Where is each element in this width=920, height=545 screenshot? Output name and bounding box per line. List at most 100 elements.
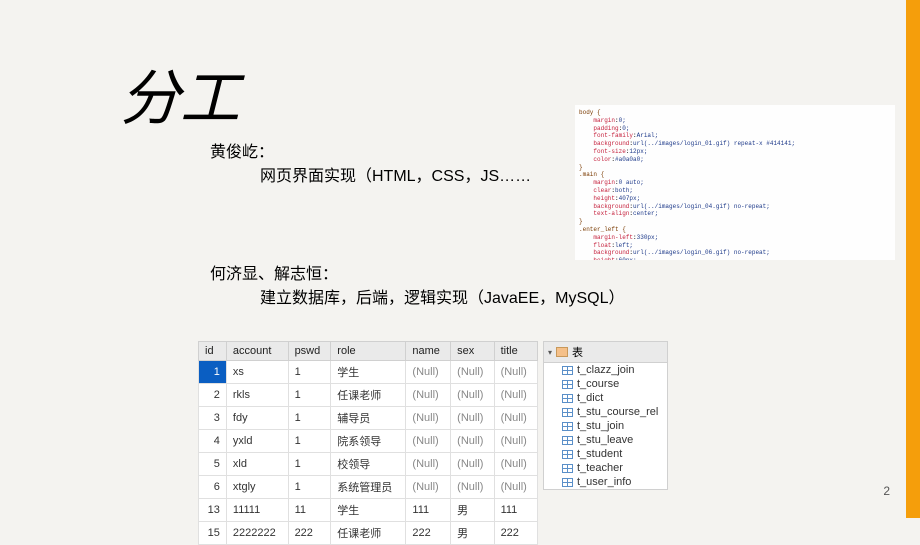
member2-name: 何济显、解志恒： [210,260,338,284]
tree-root: ▾ 表 [544,342,667,363]
tree-item: t_clazz_join [544,363,667,377]
member2-task: 建立数据库，后端，逻辑实现（JavaEE，MySQL） [260,284,625,308]
column-header: title [494,342,537,361]
cell: 辅导员 [331,407,406,430]
member1-task: 网页界面实现（HTML，CSS，JS…… [260,162,531,186]
cell: 2 [199,384,227,407]
column-header: pswd [288,342,331,361]
tree-item-label: t_course [577,378,619,390]
cell: 1 [288,453,331,476]
table-header-row: idaccountpswdrolenamesextitle [199,342,538,361]
cell: 2222222 [226,522,288,545]
tree-item-label: t_dict [577,392,603,404]
cell: (Null) [451,453,494,476]
tree-item-label: t_stu_join [577,420,624,432]
cell: 111 [406,499,451,522]
cell: 1 [288,407,331,430]
tree-item: t_stu_leave [544,433,667,447]
tree-item: t_course [544,377,667,391]
cell: 1 [288,430,331,453]
cell: 学生 [331,361,406,384]
cell: (Null) [406,361,451,384]
table-row: 1xs1学生(Null)(Null)(Null) [199,361,538,384]
cell: 1 [288,384,331,407]
cell: (Null) [406,407,451,430]
tree-item: t_student [544,447,667,461]
cell: (Null) [451,476,494,499]
table-icon [562,422,573,431]
table-icon [562,464,573,473]
cell: (Null) [494,384,537,407]
cell: xs [226,361,288,384]
column-header: id [199,342,227,361]
cell: 4 [199,430,227,453]
table-row: 131111111学生111男111 [199,499,538,522]
cell: rkls [226,384,288,407]
tree-item-label: t_user_info [577,476,631,488]
cell: (Null) [406,476,451,499]
tree-item: t_stu_course_rel [544,405,667,419]
cell: (Null) [494,407,537,430]
table-tree-panel: ▾ 表 t_clazz_join t_course t_dict t_stu_cour… [543,341,668,490]
page-number: 2 [883,484,890,498]
table-row: 4yxld1院系领导(Null)(Null)(Null) [199,430,538,453]
cell: (Null) [494,430,537,453]
table-icon [562,478,573,487]
cell: 222 [406,522,451,545]
table-row: 3fdy1辅导员(Null)(Null)(Null) [199,407,538,430]
cell: fdy [226,407,288,430]
cell: 1 [199,361,227,384]
cell: (Null) [406,384,451,407]
cell: xld [226,453,288,476]
cell: 222 [494,522,537,545]
table-icon [562,408,573,417]
folder-icon [556,347,568,357]
cell: 11 [288,499,331,522]
cell: 系统管理员 [331,476,406,499]
cell: 校领导 [331,453,406,476]
cell: (Null) [451,361,494,384]
cell: 11111 [226,499,288,522]
cell: 任课老师 [331,384,406,407]
slide-title: 分工 [120,50,240,137]
tree-item-label: t_stu_course_rel [577,406,658,418]
tree-item: t_stu_join [544,419,667,433]
cell: (Null) [451,430,494,453]
cell: 13 [199,499,227,522]
css-code-illustration: body { margin:0; padding:0; font-family:… [575,105,895,260]
cell: 15 [199,522,227,545]
cell: 1 [288,361,331,384]
tree-root-label: 表 [572,344,583,360]
cell: 3 [199,407,227,430]
cell: (Null) [494,361,537,384]
cell: (Null) [451,407,494,430]
chevron-down-icon: ▾ [548,348,552,357]
cell: yxld [226,430,288,453]
table-icon [562,380,573,389]
cell: (Null) [406,430,451,453]
tree-item: t_dict [544,391,667,405]
table-row: 152222222222任课老师222男222 [199,522,538,545]
tree-item: t_user_info [544,475,667,489]
cell: 6 [199,476,227,499]
cell: xtgly [226,476,288,499]
column-header: sex [451,342,494,361]
cell: (Null) [494,476,537,499]
column-header: account [226,342,288,361]
table-row: 2rkls1任课老师(Null)(Null)(Null) [199,384,538,407]
cell: 111 [494,499,537,522]
member1-name: 黄俊屹： [210,138,274,162]
table-icon [562,436,573,445]
cell: (Null) [494,453,537,476]
column-header: role [331,342,406,361]
database-table: idaccountpswdrolenamesextitle 1xs1学生(Nul… [198,341,538,545]
tree-item-label: t_clazz_join [577,364,634,376]
cell: 学生 [331,499,406,522]
table-icon [562,450,573,459]
table-icon [562,366,573,375]
cell: (Null) [451,384,494,407]
tree-item: t_teacher [544,461,667,475]
accent-bar [906,0,920,518]
tree-item-label: t_teacher [577,462,623,474]
table-row: 6xtgly1系统管理员(Null)(Null)(Null) [199,476,538,499]
